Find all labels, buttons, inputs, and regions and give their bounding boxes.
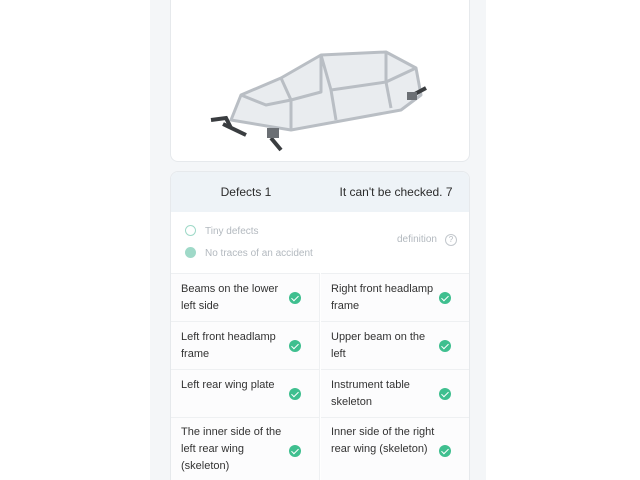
car-image-card bbox=[170, 0, 470, 162]
info-icon bbox=[185, 224, 196, 236]
inspection-item: Left front headlamp frame bbox=[171, 321, 319, 369]
inspection-item-label: The inner side of the left rear wing (sk… bbox=[181, 426, 282, 472]
inspection-item: Right front headlamp frame bbox=[321, 273, 469, 321]
legend-tiny-defects-label: Tiny defects bbox=[205, 226, 259, 237]
check-circle-icon bbox=[289, 340, 301, 352]
check-circle-icon bbox=[439, 292, 451, 304]
inspection-item-label: Inner side of the right rear wing (skele… bbox=[331, 426, 435, 455]
inspection-item-label: Upper beam on the left bbox=[331, 331, 426, 360]
tab-defects[interactable]: Defects 1 bbox=[171, 172, 321, 212]
inspection-item-label: Beams on the lower left side bbox=[181, 283, 279, 312]
check-circle-icon bbox=[185, 246, 196, 258]
check-circle-icon bbox=[289, 388, 301, 400]
status-legend: Tiny defects No traces of an accident de… bbox=[171, 212, 469, 268]
check-circle-icon bbox=[439, 445, 451, 457]
check-circle-icon bbox=[289, 445, 301, 457]
tab-unchecked[interactable]: It can't be checked. 7 bbox=[321, 172, 469, 212]
inspection-item: The inner side of the left rear wing (sk… bbox=[171, 417, 319, 480]
grid-divider bbox=[319, 273, 320, 480]
report-tabs: Defects 1 It can't be checked. 7 bbox=[171, 172, 469, 212]
inspection-item: Upper beam on the left bbox=[321, 321, 469, 369]
definition-link[interactable]: definition? bbox=[397, 234, 457, 246]
inspection-report-card: Defects 1 It can't be checked. 7 Tiny de… bbox=[170, 171, 470, 480]
inspection-item-label: Instrument table skeleton bbox=[331, 379, 410, 408]
inspection-item: Instrument table skeleton bbox=[321, 369, 469, 417]
inspection-item-label: Left rear wing plate bbox=[181, 379, 275, 391]
legend-no-traces: No traces of an accident bbox=[185, 246, 313, 262]
legend-no-traces-label: No traces of an accident bbox=[205, 248, 313, 259]
car-frame-image bbox=[210, 50, 427, 152]
inspection-item: Left rear wing plate bbox=[171, 369, 319, 417]
inspection-item: Inner side of the right rear wing (skele… bbox=[321, 417, 469, 480]
help-icon[interactable]: ? bbox=[445, 234, 457, 246]
check-circle-icon bbox=[439, 388, 451, 400]
inspection-item-label: Right front headlamp frame bbox=[331, 283, 434, 312]
phone-screen: Defects 1 It can't be checked. 7 Tiny de… bbox=[150, 0, 486, 480]
legend-tiny-defects: Tiny defects bbox=[185, 224, 259, 240]
inspection-item: Beams on the lower left side bbox=[171, 273, 319, 321]
inspection-item-label: Left front headlamp frame bbox=[181, 331, 276, 360]
check-circle-icon bbox=[289, 292, 301, 304]
check-circle-icon bbox=[439, 340, 451, 352]
definition-label: definition bbox=[396, 234, 437, 245]
